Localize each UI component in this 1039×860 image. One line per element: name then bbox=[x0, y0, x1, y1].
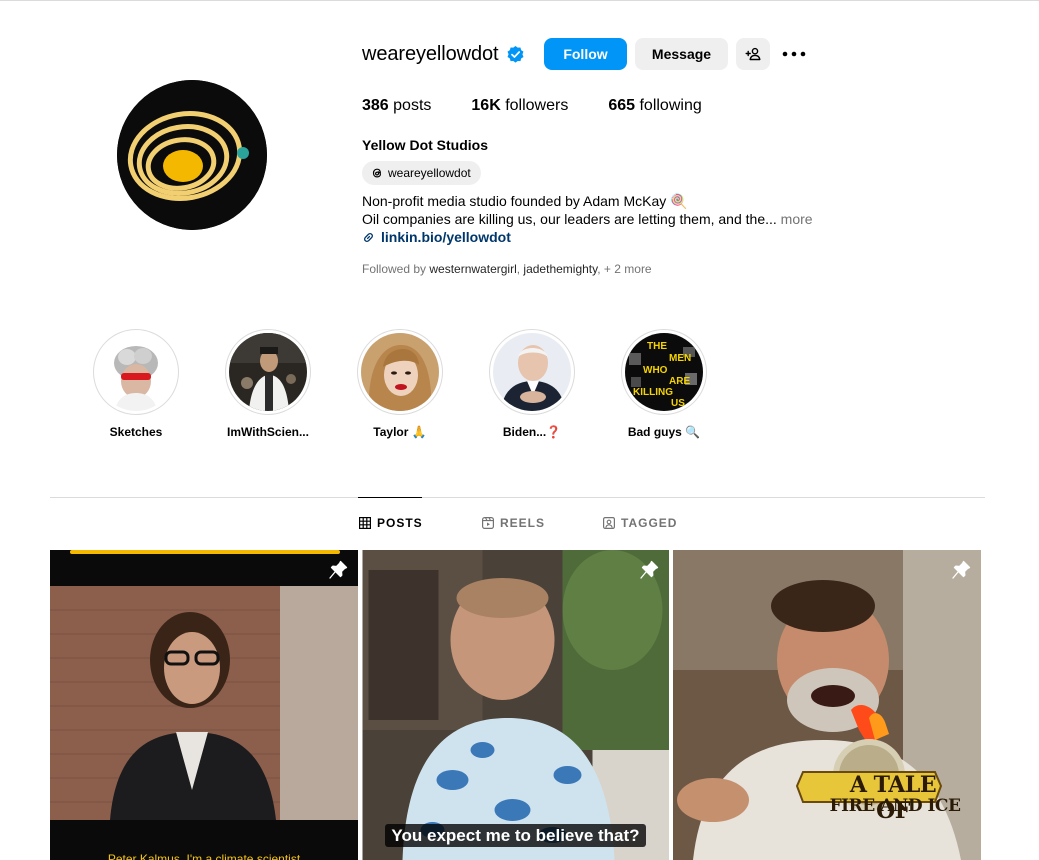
highlight-art-word: THE bbox=[647, 341, 667, 352]
profile-header: weareyellowdot bbox=[362, 38, 525, 70]
post-caption: You expect me to believe that? bbox=[362, 824, 669, 847]
followers-count: 16K bbox=[471, 97, 501, 114]
tab-tagged[interactable]: TAGGED bbox=[603, 516, 677, 530]
pin-icon bbox=[328, 560, 348, 580]
link-icon bbox=[362, 231, 375, 244]
post-caption: Peter Kalmus, I'm a climate scientist bbox=[107, 852, 301, 860]
highlight-cover-image bbox=[493, 333, 571, 411]
highlight-cover-image bbox=[97, 333, 175, 411]
post-caption-text: You expect me to believe that? bbox=[385, 824, 646, 847]
threads-handle: weareyellowdot bbox=[388, 166, 471, 180]
top-divider bbox=[0, 0, 1039, 1]
username: weareyellowdot bbox=[362, 42, 499, 65]
profile-stats: 386 posts 16K followers 665 following bbox=[362, 97, 742, 115]
tab-label: REELS bbox=[500, 516, 546, 530]
followed-by-suffix: , + 2 more bbox=[597, 262, 652, 276]
threads-icon bbox=[370, 166, 384, 180]
followers-stat[interactable]: 16K followers bbox=[471, 97, 568, 115]
bio-line-2: Oil companies are killing us, our leader… bbox=[362, 211, 813, 227]
highlight-ring bbox=[489, 329, 575, 415]
active-tab-indicator bbox=[358, 497, 422, 498]
highlight-art-word: MEN bbox=[669, 353, 691, 364]
highlight-art-word: ARE bbox=[669, 376, 690, 387]
highlight-cover-image bbox=[361, 333, 439, 411]
highlight-cover-image bbox=[229, 333, 307, 411]
grid-icon bbox=[359, 517, 372, 530]
highlight-ring bbox=[225, 329, 311, 415]
posts-count: 386 bbox=[362, 97, 389, 114]
highlight-imwithscience[interactable]: ImWithScien... bbox=[213, 329, 323, 439]
followed-by-user-2[interactable]: jadethemighty bbox=[523, 262, 597, 276]
followed-by[interactable]: Followed by westernwatergirl, jadethemig… bbox=[362, 262, 652, 276]
highlight-ring bbox=[93, 329, 179, 415]
message-button[interactable]: Message bbox=[635, 38, 728, 70]
highlight-bad-guys[interactable]: THE MEN WHO ARE KILLING US Bad guys 🔍 bbox=[609, 329, 719, 439]
tabs-divider bbox=[50, 497, 985, 498]
followers-label: followers bbox=[500, 97, 569, 114]
highlight-taylor[interactable]: Taylor 🙏 bbox=[345, 329, 455, 439]
highlight-ring: THE MEN WHO ARE KILLING US bbox=[621, 329, 707, 415]
post-thumbnail bbox=[50, 550, 358, 860]
threads-badge[interactable]: weareyellowdot bbox=[362, 161, 481, 185]
tab-label: POSTS bbox=[377, 516, 423, 530]
posts-stat: 386 posts bbox=[362, 97, 431, 115]
followed-by-user-1[interactable]: westernwatergirl bbox=[429, 262, 516, 276]
pin-icon bbox=[639, 560, 659, 580]
followed-by-prefix: Followed by bbox=[362, 262, 427, 276]
post-1[interactable]: Peter Kalmus, I'm a climate scientist bbox=[50, 550, 358, 860]
follow-button[interactable]: Follow bbox=[544, 38, 627, 70]
following-count: 665 bbox=[608, 97, 636, 114]
post-title-line-2: FIRE AND ICE bbox=[829, 796, 961, 816]
add-person-icon bbox=[745, 47, 761, 61]
highlight-cover-image: THE MEN WHO ARE KILLING US bbox=[625, 333, 703, 411]
bio-more-link[interactable]: more bbox=[781, 211, 813, 227]
posts-label: posts bbox=[388, 97, 432, 114]
highlight-label: Taylor 🙏 bbox=[373, 425, 427, 439]
bio-link-text: linkin.bio/yellowdot bbox=[381, 229, 511, 245]
highlight-ring bbox=[357, 329, 443, 415]
post-2[interactable]: You expect me to believe that? bbox=[362, 550, 669, 860]
highlight-art-word: WHO bbox=[643, 365, 668, 376]
highlight-biden[interactable]: Biden...❓ bbox=[477, 329, 587, 439]
highlight-label: Biden...❓ bbox=[502, 425, 562, 439]
options-button[interactable] bbox=[780, 38, 808, 70]
tab-reels[interactable]: REELS bbox=[482, 516, 545, 530]
tab-posts[interactable]: POSTS bbox=[359, 516, 423, 530]
verified-badge-icon bbox=[506, 45, 525, 64]
following-label: following bbox=[635, 97, 702, 114]
display-name: Yellow Dot Studios bbox=[362, 137, 489, 153]
bio-line-1: Non-profit media studio founded by Adam … bbox=[362, 193, 688, 209]
following-stat[interactable]: 665 following bbox=[608, 97, 701, 115]
pin-icon bbox=[951, 560, 971, 580]
highlight-label: ImWithScien... bbox=[227, 425, 309, 439]
bio-link[interactable]: linkin.bio/yellowdot bbox=[362, 229, 511, 245]
bio-text: Oil companies are killing us, our leader… bbox=[362, 211, 777, 227]
tab-label: TAGGED bbox=[621, 516, 678, 530]
post-3[interactable]: A TALE OF FIRE AND ICE bbox=[673, 550, 981, 860]
suggest-accounts-button[interactable] bbox=[736, 38, 770, 70]
highlight-sketches[interactable]: Sketches bbox=[81, 329, 191, 439]
highlight-label: Bad guys 🔍 bbox=[627, 425, 701, 439]
more-options-icon bbox=[782, 51, 806, 57]
highlight-art-word: US bbox=[671, 398, 685, 409]
tagged-icon bbox=[603, 517, 616, 530]
yellow-dot-logo-icon bbox=[117, 80, 267, 230]
post-thumbnail bbox=[362, 550, 669, 860]
reels-icon bbox=[482, 517, 495, 530]
profile-avatar[interactable] bbox=[117, 80, 267, 230]
highlight-art-word: KILLING bbox=[633, 387, 673, 398]
highlight-label: Sketches bbox=[109, 425, 163, 439]
